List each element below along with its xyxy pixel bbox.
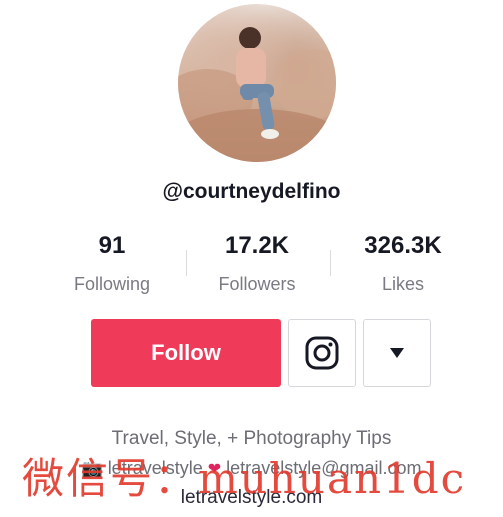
instagram-button[interactable]	[288, 319, 356, 387]
stat-following[interactable]: 91 Following	[52, 232, 172, 295]
stat-divider	[330, 250, 331, 276]
likes-label: Likes	[381, 274, 425, 294]
dropdown-arrow-icon	[390, 348, 404, 358]
watermark-overlay: 微信号：muhuan1dc	[22, 454, 467, 503]
more-options-button[interactable]	[363, 319, 431, 387]
instagram-icon	[305, 336, 339, 370]
stat-likes: 326.3K Likes	[343, 232, 463, 295]
avatar-photo	[178, 27, 336, 162]
likes-count: 326.3K	[364, 232, 442, 259]
profile-username: @courtneydelfino	[162, 180, 341, 203]
stat-divider	[186, 250, 187, 276]
followers-count: 17.2K	[224, 232, 290, 259]
follow-button[interactable]: Follow	[91, 319, 281, 387]
following-count: 91	[98, 232, 126, 259]
following-label: Following	[73, 274, 151, 294]
profile-avatar[interactable]	[178, 4, 336, 162]
stat-followers[interactable]: 17.2K Followers	[197, 232, 317, 295]
followers-label: Followers	[218, 274, 296, 294]
